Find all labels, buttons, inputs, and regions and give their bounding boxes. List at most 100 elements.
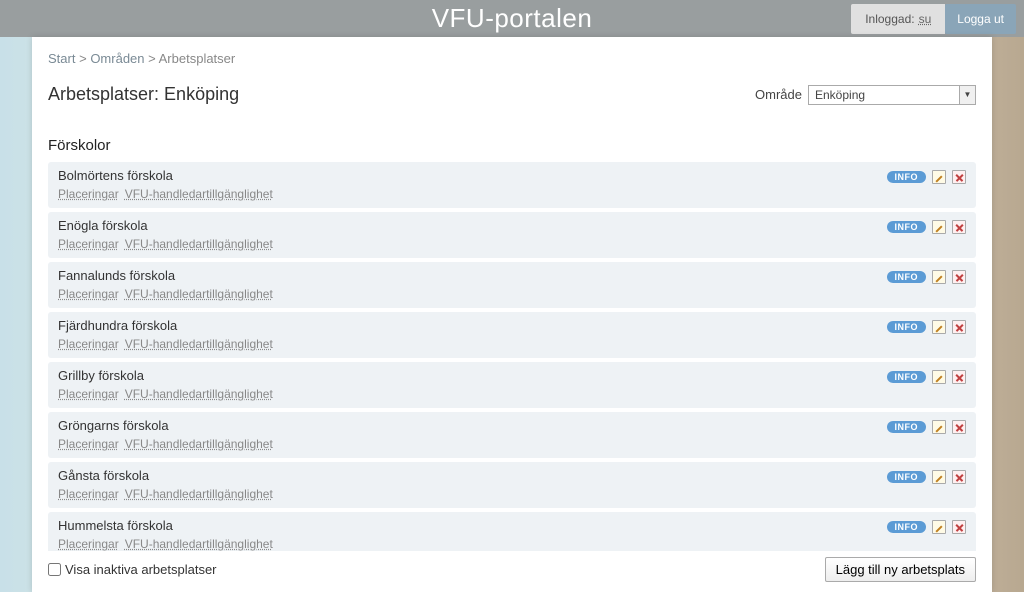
- workplace-item: Fannalunds förskola Placeringar VFU-handle…: [48, 262, 976, 308]
- item-links: Placeringar VFU-handledartillgänglighet: [58, 437, 279, 451]
- item-actions: INFO: [887, 218, 967, 234]
- placements-link[interactable]: Placeringar: [58, 387, 119, 401]
- app-title: VFU-portalen: [432, 3, 593, 34]
- placements-link[interactable]: Placeringar: [58, 537, 119, 551]
- info-badge[interactable]: INFO: [887, 371, 927, 383]
- edit-icon[interactable]: [932, 270, 946, 284]
- show-inactive-label: Visa inaktiva arbetsplatser: [65, 562, 217, 577]
- edit-icon[interactable]: [932, 220, 946, 234]
- delete-icon[interactable]: [952, 420, 966, 434]
- area-select-value[interactable]: Enköping: [808, 85, 960, 105]
- item-left: Bolmörtens förskola Placeringar VFU-handle…: [58, 168, 279, 201]
- edit-icon[interactable]: [932, 420, 946, 434]
- area-select-dropdown[interactable]: ▼: [960, 85, 976, 105]
- workplace-item: Enögla förskolaPlaceringarVFU-handledart…: [48, 212, 976, 258]
- workplace-item: Gånsta förskola Placeringar VFU-handledart…: [48, 462, 976, 508]
- item-links: Placeringar VFU-handledartillgänglighet: [58, 387, 279, 401]
- delete-icon[interactable]: [952, 220, 966, 234]
- delete-icon[interactable]: [952, 470, 966, 484]
- section-heading: Förskolor: [48, 137, 976, 154]
- logout-button[interactable]: Logga ut: [945, 4, 1016, 34]
- workplace-name: Gröngarns förskola: [58, 418, 279, 433]
- title-row: Arbetsplatser: Enköping Område Enköping …: [48, 84, 976, 105]
- workplace-name: Bolmörtens förskola: [58, 168, 279, 183]
- item-actions: INFO: [887, 268, 967, 284]
- placements-link[interactable]: Placeringar: [58, 287, 119, 301]
- breadcrumb-sep: >: [79, 51, 87, 66]
- user-link[interactable]: su: [919, 12, 932, 26]
- workplace-name: Fannalunds förskola: [58, 268, 279, 283]
- info-badge[interactable]: INFO: [887, 471, 927, 483]
- workplace-item: Grillby förskola Placeringar VFU-handledar…: [48, 362, 976, 408]
- placements-link[interactable]: Placeringar: [58, 187, 119, 201]
- item-links: Placeringar VFU-handledartillgänglighet: [58, 187, 279, 201]
- availability-link[interactable]: VFU-handledartillgänglighet: [125, 187, 273, 201]
- delete-icon[interactable]: [952, 170, 966, 184]
- item-links: Placeringar VFU-handledartillgänglighet: [58, 337, 279, 351]
- info-badge[interactable]: INFO: [887, 421, 927, 433]
- info-badge[interactable]: INFO: [887, 521, 927, 533]
- item-links: Placeringar VFU-handledartillgänglighet: [58, 237, 279, 251]
- placements-link[interactable]: Placeringar: [58, 437, 119, 451]
- availability-link[interactable]: VFU-handledartillgänglighet: [125, 237, 273, 251]
- delete-icon[interactable]: [952, 320, 966, 334]
- item-left: Fjärdhundra förskola Placeringar VFU-handl…: [58, 318, 279, 351]
- page-title: Arbetsplatser: Enköping: [48, 84, 239, 105]
- breadcrumb-start[interactable]: Start: [48, 51, 75, 66]
- info-badge[interactable]: INFO: [887, 171, 927, 183]
- area-select[interactable]: Enköping ▼: [808, 85, 976, 105]
- availability-link[interactable]: VFU-handledartillgänglighet: [125, 337, 273, 351]
- main-panel: Start > Områden > Arbetsplatser Arbetspl…: [32, 37, 992, 592]
- logged-in-label: Inloggad:: [865, 12, 914, 26]
- item-left: Gröngarns förskola Placeringar VFU-handled…: [58, 418, 279, 451]
- logged-in-status: Inloggad: su: [851, 4, 945, 34]
- footer-row: Visa inaktiva arbetsplatser Lägg till ny…: [48, 551, 976, 582]
- availability-link[interactable]: VFU-handledartillgänglighet: [125, 387, 273, 401]
- item-left: Gånsta förskola Placeringar VFU-handledart…: [58, 468, 279, 501]
- area-filter: Område Enköping ▼: [755, 85, 976, 105]
- delete-icon[interactable]: [952, 370, 966, 384]
- availability-link[interactable]: VFU-handledartillgänglighet: [125, 437, 273, 451]
- delete-icon[interactable]: [952, 520, 966, 534]
- workplace-name: Hummelsta förskola: [58, 518, 279, 533]
- workplace-name: Gånsta förskola: [58, 468, 279, 483]
- show-inactive-checkbox[interactable]: [48, 563, 61, 576]
- header-right: Inloggad: su Logga ut: [851, 0, 1024, 37]
- info-badge[interactable]: INFO: [887, 221, 927, 233]
- workplace-item: Gröngarns förskola Placeringar VFU-handled…: [48, 412, 976, 458]
- info-badge[interactable]: INFO: [887, 321, 927, 333]
- availability-link[interactable]: VFU-handledartillgänglighet: [125, 487, 273, 501]
- filter-label: Område: [755, 87, 802, 102]
- availability-link[interactable]: VFU-handledartillgänglighet: [125, 287, 273, 301]
- edit-icon[interactable]: [932, 470, 946, 484]
- delete-icon[interactable]: [952, 270, 966, 284]
- breadcrumb-areas[interactable]: Områden: [90, 51, 144, 66]
- item-actions: INFO: [887, 368, 967, 384]
- show-inactive-row[interactable]: Visa inaktiva arbetsplatser: [48, 562, 217, 577]
- item-actions: INFO: [887, 518, 967, 534]
- edit-icon[interactable]: [932, 320, 946, 334]
- chevron-down-icon: ▼: [964, 90, 972, 99]
- workplace-name: Grillby förskola: [58, 368, 279, 383]
- edit-icon[interactable]: [932, 170, 946, 184]
- placements-link[interactable]: Placeringar: [58, 487, 119, 501]
- item-actions: INFO: [887, 418, 967, 434]
- item-left: Enögla förskolaPlaceringarVFU-handledart…: [58, 218, 279, 251]
- breadcrumb: Start > Områden > Arbetsplatser: [48, 51, 976, 66]
- workplace-name: Fjärdhundra förskola: [58, 318, 279, 333]
- edit-icon[interactable]: [932, 370, 946, 384]
- availability-link[interactable]: VFU-handledartillgänglighet: [125, 537, 273, 551]
- breadcrumb-current: Arbetsplatser: [159, 51, 236, 66]
- item-left: Grillby förskola Placeringar VFU-handledar…: [58, 368, 279, 401]
- item-actions: INFO: [887, 468, 967, 484]
- item-left: Fannalunds förskola Placeringar VFU-handle…: [58, 268, 279, 301]
- workplace-item: Bolmörtens förskola Placeringar VFU-handle…: [48, 162, 976, 208]
- add-workplace-button[interactable]: Lägg till ny arbetsplats: [825, 557, 976, 582]
- info-badge[interactable]: INFO: [887, 271, 927, 283]
- app-header: VFU-portalen Inloggad: su Logga ut: [0, 0, 1024, 37]
- item-actions: INFO: [887, 318, 967, 334]
- placements-link[interactable]: Placeringar: [58, 237, 119, 251]
- placements-link[interactable]: Placeringar: [58, 337, 119, 351]
- item-links: Placeringar VFU-handledartillgänglighet: [58, 287, 279, 301]
- edit-icon[interactable]: [932, 520, 946, 534]
